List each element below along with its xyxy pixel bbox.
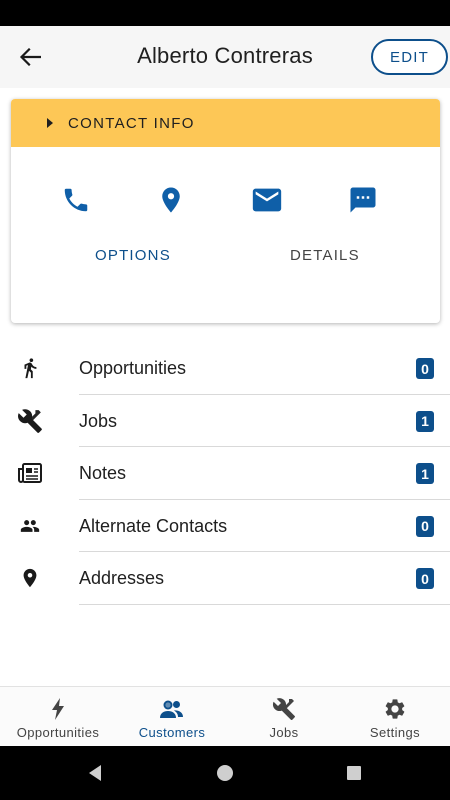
app-header: Alberto Contreras EDIT — [0, 26, 450, 88]
bottom-nav-opportunities[interactable]: Opportunities — [2, 687, 114, 747]
newspaper-icon — [17, 460, 43, 486]
count-badge: 0 — [416, 568, 434, 589]
list-item-notes[interactable]: Notes 1 — [0, 447, 450, 500]
list-item-addresses[interactable]: Addresses 0 — [0, 552, 450, 605]
list-item-alternate-contacts[interactable]: Alternate Contacts 0 — [0, 500, 450, 552]
bottom-nav-label: Customers — [138, 725, 206, 740]
bottom-nav-label: Opportunities — [16, 725, 100, 740]
bottom-navigation: Opportunities Customers Jobs Settings — [0, 686, 450, 746]
message-icon[interactable] — [345, 182, 381, 218]
divider — [79, 603, 450, 605]
bottom-nav-settings[interactable]: Settings — [339, 687, 450, 747]
list-item-label: Jobs — [79, 410, 118, 431]
list-item-jobs[interactable]: Jobs 1 — [0, 395, 450, 447]
location-pin-icon[interactable] — [153, 182, 189, 218]
bottom-nav-customers[interactable]: Customers — [116, 687, 228, 747]
system-navigation-bar — [0, 746, 450, 800]
phone-icon[interactable] — [58, 182, 94, 218]
bottom-nav-label: Settings — [369, 725, 421, 740]
system-back-icon[interactable] — [85, 763, 105, 783]
list-item-label: Opportunities — [79, 358, 187, 378]
status-bar — [0, 0, 450, 26]
contact-info-card: CONTACT INFO OPTIONS DETAILS — [11, 99, 440, 323]
walking-person-icon — [17, 355, 43, 381]
contact-info-label: CONTACT INFO — [68, 114, 195, 132]
list-item-label: Notes — [79, 463, 127, 483]
gear-icon — [339, 697, 450, 721]
count-badge: 1 — [416, 463, 434, 484]
tab-options[interactable]: OPTIONS — [95, 247, 171, 264]
system-home-icon[interactable] — [215, 763, 235, 783]
people-icon — [17, 513, 43, 539]
list-item-label: Alternate Contacts — [79, 515, 228, 536]
location-pin-icon — [17, 565, 43, 591]
list-item-label: Addresses — [79, 568, 165, 588]
lightning-icon — [2, 697, 114, 721]
customers-icon — [116, 697, 228, 721]
edit-button[interactable]: EDIT — [371, 39, 448, 75]
contact-info-toggle[interactable]: CONTACT INFO — [11, 99, 440, 147]
bottom-nav-label: Jobs — [269, 725, 299, 740]
caret-right-icon — [47, 118, 53, 128]
tab-details[interactable]: DETAILS — [290, 247, 360, 264]
system-recents-icon[interactable] — [344, 763, 364, 783]
contact-actions — [11, 182, 440, 218]
list-item-opportunities[interactable]: Opportunities 0 — [0, 342, 450, 395]
count-badge: 0 — [416, 358, 434, 379]
tools-icon — [17, 408, 43, 434]
customer-sections-list: Opportunities 0 Jobs 1 Notes 1 Alternate… — [0, 342, 450, 605]
tools-icon — [228, 697, 340, 721]
count-badge: 0 — [416, 515, 434, 537]
email-icon[interactable] — [249, 182, 285, 218]
count-badge: 1 — [416, 410, 434, 432]
bottom-nav-jobs[interactable]: Jobs — [228, 687, 340, 747]
